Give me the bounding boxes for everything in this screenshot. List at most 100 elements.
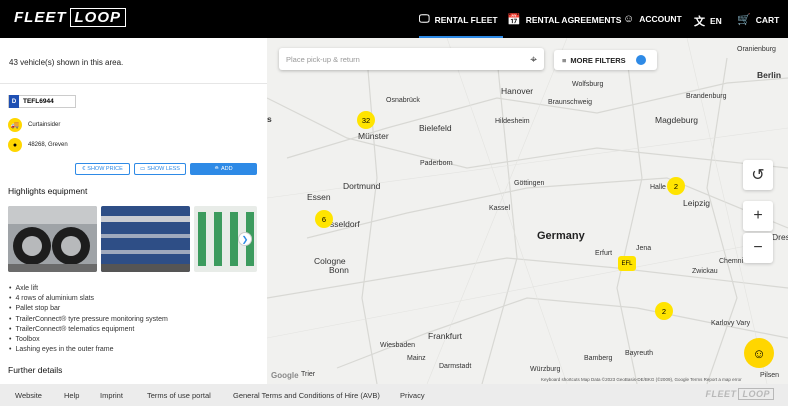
vehicle-type-row: 🚚 Curtainsider — [8, 118, 60, 132]
truck-icon: 🚚 — [8, 118, 22, 132]
map-view[interactable]: Oranienburg Berlin Brandenburg Osnabrück… — [267, 38, 788, 384]
locate-icon[interactable]: ⌖ — [530, 52, 537, 67]
vehicle-location-row: ● 48268, Greven — [8, 138, 68, 152]
add-icon: ≘ — [214, 166, 219, 172]
further-details-heading[interactable]: Further details — [8, 365, 62, 375]
equipment-photo-slats[interactable] — [101, 206, 190, 272]
city-label: Zwickau — [692, 268, 718, 275]
recenter-button[interactable]: ↺ — [743, 160, 773, 190]
carousel-next-button[interactable]: ❯ — [238, 232, 252, 246]
city-label: Wolfsburg — [572, 81, 604, 88]
map-cluster[interactable]: 2 — [655, 302, 673, 320]
highlights-heading: Highlights equipment — [8, 186, 88, 196]
vehicle-count-text: 43 vehicle(s) shown in this area. — [9, 58, 124, 67]
show-price-button[interactable]: € SHOW PRICE — [75, 163, 130, 175]
city-label: Würzburg — [530, 366, 561, 373]
show-less-button[interactable]: ▭ SHOW LESS — [134, 163, 186, 175]
recenter-icon: ↺ — [751, 167, 765, 184]
list-item: Lashing eyes in the outer frame — [9, 345, 168, 355]
more-filters-button[interactable]: ≡ MORE FILTERS — [554, 50, 657, 70]
city-label: Paderborn — [420, 160, 453, 167]
divider — [0, 83, 267, 84]
fleetloop-logo[interactable]: FLEET LOOP — [14, 8, 127, 27]
footer-link-help[interactable]: Help — [64, 391, 79, 400]
equipment-photo-wheels[interactable] — [8, 206, 97, 272]
top-nav: FLEET LOOP 🖵 RENTAL FLEET 📅 RENTAL AGREEM… — [0, 0, 788, 38]
logo-fleet: FLEET — [14, 9, 67, 26]
vehicle-marker[interactable]: EFL — [618, 256, 636, 271]
pickup-return-search[interactable]: Place pick-up & return ⌖ — [279, 48, 544, 70]
city-label: Münster — [358, 131, 389, 141]
nav-cart-label: CART — [755, 14, 780, 25]
footer: Website Help Imprint Terms of use portal… — [0, 384, 788, 406]
plate-country: D — [9, 95, 19, 108]
city-label: Hildesheim — [495, 118, 530, 125]
city-label: Chemni — [719, 258, 744, 265]
user-circle-icon: ☺ — [623, 13, 635, 25]
more-filters-label: MORE FILTERS — [570, 55, 626, 65]
map-cluster[interactable]: 6 — [315, 210, 333, 228]
footer-link-imprint[interactable]: Imprint — [100, 391, 123, 400]
add-button[interactable]: ≘ ADD — [190, 163, 257, 175]
city-label: Bayreuth — [625, 350, 654, 357]
city-label: Bielefeld — [419, 123, 452, 133]
map-cluster[interactable]: 2 — [667, 177, 685, 195]
equipment-list: Axle lift 4 rows of aluminium slats Pall… — [9, 284, 168, 355]
city-label: Essen — [307, 192, 331, 202]
city-label: Osnabrück — [386, 97, 420, 104]
map-attribution[interactable]: Keyboard shortcuts Map Data ©2023 GeoBas… — [541, 377, 742, 382]
nav-language[interactable]: 文 EN — [694, 13, 722, 29]
plate-number: TEFL6944 — [23, 98, 54, 105]
vehicle-location: 48268, Greven — [28, 142, 68, 148]
city-label: Kassel — [489, 205, 511, 212]
list-item: Axle lift — [9, 284, 168, 294]
city-label: Bamberg — [584, 355, 613, 362]
minus-icon: − — [753, 239, 763, 256]
list-item: 4 rows of aluminium slats — [9, 294, 168, 304]
monitor-icon: 🖵 — [419, 13, 430, 25]
license-plate: D TEFL6944 — [8, 95, 76, 108]
nav-cart[interactable]: 🛒 CART — [737, 13, 779, 26]
nav-rental-fleet[interactable]: 🖵 RENTAL FLEET — [419, 13, 498, 26]
filter-indicator-dot — [635, 55, 646, 65]
search-placeholder: Place pick-up & return — [286, 55, 360, 64]
city-label: Frankfurt — [428, 331, 463, 341]
vehicle-type: Curtainsider — [28, 122, 61, 128]
nav-rental-agreements-label: RENTAL AGREEMENTS — [525, 14, 622, 25]
list-item: Toolbox — [9, 335, 168, 345]
support-chat-button[interactable]: ☺ — [744, 338, 774, 368]
footer-logo: FLEET LOOP — [705, 388, 774, 400]
footer-link-avb[interactable]: General Terms and Conditions of Hire (AV… — [233, 391, 380, 400]
nav-account[interactable]: ☺ ACCOUNT — [623, 13, 682, 25]
nav-account-label: ACCOUNT — [639, 14, 682, 24]
footer-link-website[interactable]: Website — [15, 391, 42, 400]
location-pin-icon: ● — [8, 138, 22, 152]
footer-link-terms[interactable]: Terms of use portal — [147, 391, 211, 400]
city-label: sseldorf — [330, 219, 360, 229]
euro-icon: € — [82, 166, 86, 172]
city-label: Leipzig — [683, 198, 710, 208]
map-cluster[interactable]: 32 — [357, 111, 375, 129]
support-agent-icon: ☺ — [752, 345, 766, 361]
zoom-in-button[interactable]: + — [743, 201, 773, 231]
city-label: Erfurt — [595, 250, 613, 257]
city-label: Karlovy Vary — [711, 320, 751, 327]
city-label: Pilsen — [760, 372, 780, 379]
zoom-out-button[interactable]: − — [743, 233, 773, 263]
city-label: Hanover — [501, 86, 534, 96]
logo-loop: LOOP — [69, 8, 127, 27]
nav-rental-fleet-label: RENTAL FLEET — [434, 14, 498, 25]
footer-link-privacy[interactable]: Privacy — [400, 391, 425, 400]
city-label: Göttingen — [514, 180, 545, 187]
footer-logo-loop: LOOP — [738, 388, 774, 400]
city-label: Brandenburg — [686, 93, 727, 100]
city-label: Mainz — [407, 355, 426, 362]
city-label: Berlin — [757, 70, 782, 80]
list-item: Pallet stop bar — [9, 304, 168, 314]
plus-icon: + — [753, 207, 763, 224]
chevron-right-icon: ❯ — [241, 234, 249, 244]
vehicle-panel: 43 vehicle(s) shown in this area. D TEFL… — [0, 38, 267, 384]
calendar-icon: 📅 — [507, 14, 521, 26]
nav-rental-agreements[interactable]: 📅 RENTAL AGREEMENTS — [507, 13, 621, 26]
filter-sliders-icon: ≡ — [562, 55, 567, 65]
